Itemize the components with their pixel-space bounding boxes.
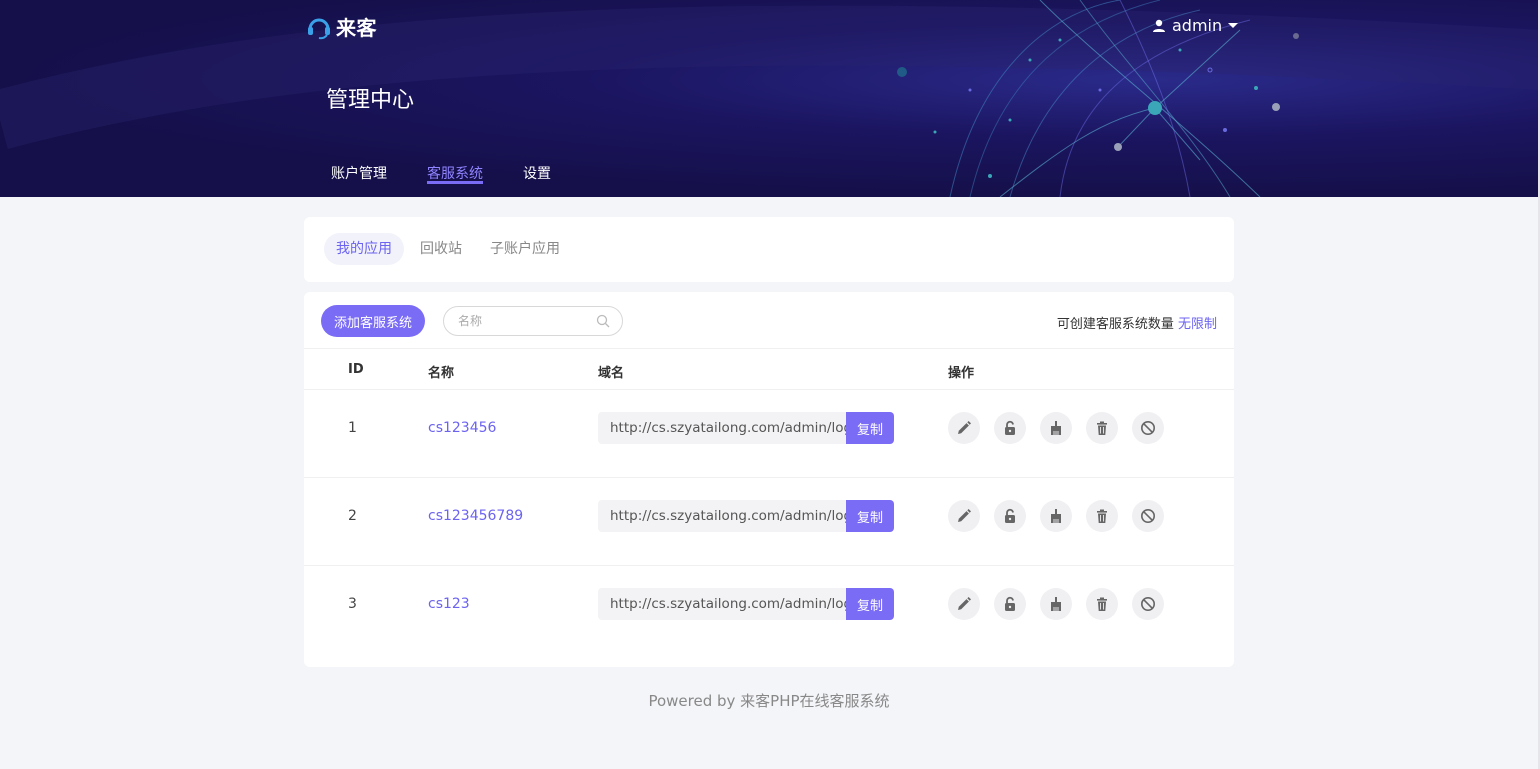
page-title: 管理中心 bbox=[326, 88, 415, 113]
unlock-button[interactable] bbox=[994, 412, 1026, 444]
delete-button[interactable] bbox=[1086, 588, 1118, 620]
add-service-button[interactable]: 添加客服系统 bbox=[321, 305, 425, 337]
row-name-link[interactable]: cs123456789 bbox=[428, 508, 523, 524]
domain-field: http://cs.szyatailong.com/admin/login/ 复… bbox=[598, 500, 894, 532]
user-icon bbox=[1153, 19, 1165, 32]
subtabs-card: 我的应用 回收站 子账户应用 bbox=[304, 217, 1234, 282]
copy-button[interactable]: 复制 bbox=[846, 588, 894, 620]
row-id: 3 bbox=[348, 596, 357, 612]
clean-button[interactable] bbox=[1040, 500, 1072, 532]
tab-my-apps[interactable]: 我的应用 bbox=[324, 233, 404, 265]
domain-url: http://cs.szyatailong.com/admin/login/ bbox=[598, 588, 846, 620]
unlock-icon bbox=[1005, 420, 1015, 435]
user-menu[interactable]: admin bbox=[1152, 16, 1239, 35]
edit-button[interactable] bbox=[948, 412, 980, 444]
apps-table-card: 添加客服系统 可创建客服系统数量 无限制 ID 名称 域名 操作 1 cs123… bbox=[304, 292, 1234, 667]
headset-icon bbox=[308, 18, 330, 39]
unlock-icon bbox=[1005, 596, 1015, 611]
row-actions bbox=[948, 412, 1178, 444]
domain-field: http://cs.szyatailong.com/admin/login/ 复… bbox=[598, 588, 894, 620]
disable-button[interactable] bbox=[1132, 412, 1164, 444]
delete-button[interactable] bbox=[1086, 412, 1118, 444]
delete-icon bbox=[1097, 597, 1107, 611]
domain-url: http://cs.szyatailong.com/admin/login/ bbox=[598, 412, 846, 444]
main-nav: 账户管理 客服系统 设置 bbox=[331, 150, 591, 184]
domain-url: http://cs.szyatailong.com/admin/login/ bbox=[598, 500, 846, 532]
copy-button[interactable]: 复制 bbox=[846, 412, 894, 444]
table-row: 2 cs123456789 http://cs.szyatailong.com/… bbox=[304, 478, 1234, 566]
clean-button[interactable] bbox=[1040, 412, 1072, 444]
domain-field: http://cs.szyatailong.com/admin/login/ 复… bbox=[598, 412, 894, 444]
row-id: 1 bbox=[348, 420, 357, 436]
footer-text: Powered by 来客PHP在线客服系统 bbox=[648, 692, 890, 710]
row-actions bbox=[948, 500, 1178, 532]
edit-icon bbox=[958, 509, 971, 522]
edit-icon bbox=[958, 421, 971, 434]
nav-item-accounts[interactable]: 账户管理 bbox=[331, 150, 387, 184]
delete-icon bbox=[1097, 421, 1107, 435]
decorative-network-graphic bbox=[0, 0, 1540, 197]
chevron-down-icon bbox=[1228, 23, 1239, 28]
table-row: 3 cs123 http://cs.szyatailong.com/admin/… bbox=[304, 566, 1234, 654]
nav-item-settings[interactable]: 设置 bbox=[523, 150, 551, 184]
app-logo[interactable]: 来客 bbox=[306, 12, 377, 41]
search-icon[interactable] bbox=[596, 314, 610, 328]
logo-text: 来客 bbox=[336, 16, 377, 40]
table-header: ID 名称 域名 操作 bbox=[304, 348, 1234, 390]
column-header-id: ID bbox=[348, 362, 364, 377]
quota-label: 可创建客服系统数量 bbox=[1056, 317, 1174, 332]
column-header-name: 名称 bbox=[428, 366, 455, 381]
search-box bbox=[443, 306, 623, 336]
edit-icon bbox=[958, 597, 971, 610]
column-header-actions: 操作 bbox=[948, 366, 975, 381]
search-input[interactable] bbox=[456, 313, 590, 329]
clean-icon bbox=[1051, 509, 1061, 523]
disable-icon bbox=[1141, 597, 1155, 611]
tab-subaccount-apps[interactable]: 子账户应用 bbox=[478, 233, 572, 265]
clean-icon bbox=[1051, 597, 1061, 611]
row-name-link[interactable]: cs123456 bbox=[428, 420, 496, 436]
header-banner: 来客 admin 管理中心 账户管理 客服系统 设置 bbox=[0, 0, 1540, 197]
nav-item-customer-service[interactable]: 客服系统 bbox=[427, 150, 483, 184]
table-row: 1 cs123456 http://cs.szyatailong.com/adm… bbox=[304, 390, 1234, 478]
row-id: 2 bbox=[348, 508, 357, 524]
clean-button[interactable] bbox=[1040, 588, 1072, 620]
unlock-button[interactable] bbox=[994, 500, 1026, 532]
tab-recycle-bin[interactable]: 回收站 bbox=[408, 233, 474, 265]
row-name-link[interactable]: cs123 bbox=[428, 596, 470, 612]
disable-button[interactable] bbox=[1132, 588, 1164, 620]
unlock-icon bbox=[1005, 508, 1015, 523]
quota-info: 可创建客服系统数量 无限制 bbox=[1057, 313, 1217, 332]
disable-icon bbox=[1141, 421, 1155, 435]
user-name: admin bbox=[1172, 16, 1223, 35]
row-actions bbox=[948, 588, 1178, 620]
edit-button[interactable] bbox=[948, 500, 980, 532]
disable-button[interactable] bbox=[1132, 500, 1164, 532]
copy-button[interactable]: 复制 bbox=[846, 500, 894, 532]
delete-button[interactable] bbox=[1086, 500, 1118, 532]
column-header-domain: 域名 bbox=[598, 366, 625, 381]
clean-icon bbox=[1051, 421, 1061, 435]
disable-icon bbox=[1141, 509, 1155, 523]
quota-value: 无限制 bbox=[1177, 317, 1217, 332]
edit-button[interactable] bbox=[948, 588, 980, 620]
subtabs: 我的应用 回收站 子账户应用 bbox=[324, 233, 576, 265]
delete-icon bbox=[1097, 509, 1107, 523]
unlock-button[interactable] bbox=[994, 588, 1026, 620]
